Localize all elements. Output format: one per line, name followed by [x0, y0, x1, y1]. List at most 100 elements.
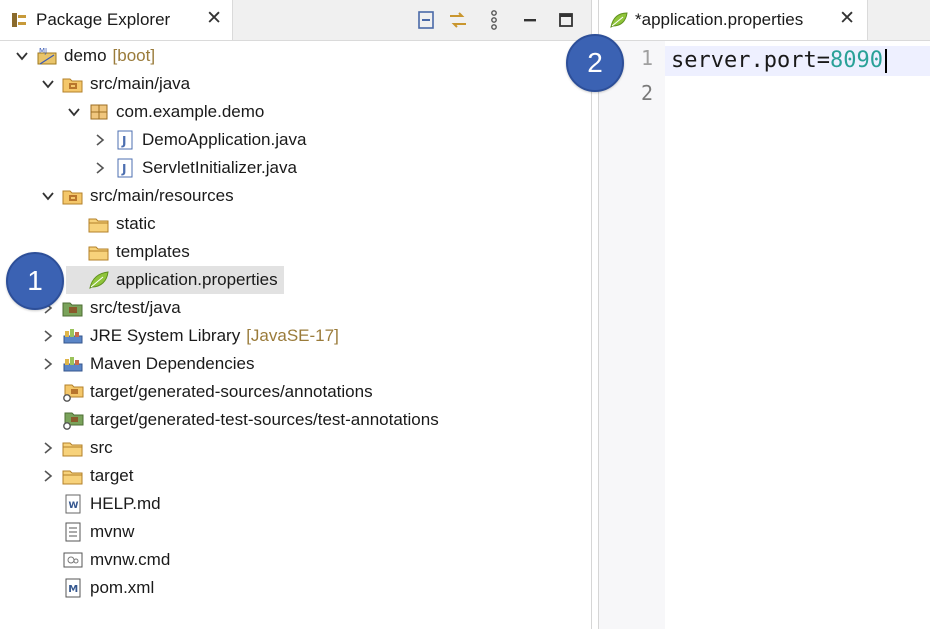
tree-item[interactable]: W HELP.md	[40, 490, 161, 518]
cmd-file-icon	[62, 550, 84, 570]
library-icon	[62, 326, 84, 346]
minimize-icon	[524, 19, 536, 22]
tree-item-label: target	[90, 466, 134, 485]
step-badge-2: 2	[566, 34, 624, 92]
package-explorer-pane: Package Explorer ✕ MJ demo [boot] src/ma…	[0, 0, 592, 629]
tree-item-label: src/main/resources	[90, 186, 234, 205]
tree-item-label: application.properties	[116, 270, 278, 289]
code-line-1: server.port=8090	[671, 46, 887, 76]
tree-item[interactable]: application.properties	[66, 266, 284, 294]
tree-item[interactable]: MJ demo [boot]	[14, 42, 155, 70]
tree-item-label: src/main/java	[90, 74, 191, 93]
kebab-menu-icon	[491, 10, 497, 30]
package-explorer-tab[interactable]: Package Explorer ✕	[0, 0, 233, 40]
tree-item[interactable]: templates	[66, 238, 190, 266]
folder-icon	[62, 466, 84, 486]
tree-item-label: target/generated-test-sources/test-annot…	[90, 410, 439, 429]
link-with-editor-icon	[450, 12, 466, 28]
text-file-icon	[62, 522, 84, 542]
editor-tab-application-properties[interactable]: *application.properties ✕	[599, 0, 868, 40]
tree-item[interactable]: src/main/resources	[40, 182, 234, 210]
tree-item[interactable]: mvnw.cmd	[40, 546, 170, 574]
tree-item[interactable]: mvnw	[40, 518, 134, 546]
editor-tab-title: *application.properties	[635, 10, 804, 29]
tree-item[interactable]: J DemoApplication.java	[92, 126, 306, 154]
tree-item-label: HELP.md	[90, 494, 161, 513]
tree-item[interactable]: com.example.demo	[66, 98, 264, 126]
tree-item[interactable]: JRE System Library [JavaSE-17]	[40, 322, 339, 350]
tree-item-label: ServletInitializer.java	[142, 158, 297, 177]
svg-text:W: W	[69, 501, 79, 511]
code-editor[interactable]: server.port=8090	[671, 46, 887, 106]
library-icon	[62, 354, 84, 374]
markdown-file-icon: W	[62, 494, 84, 514]
tree-item-label: static	[116, 214, 156, 233]
editor-tabbar: *application.properties ✕	[599, 0, 930, 41]
tree-item-label: mvnw	[90, 522, 135, 541]
chevron-down-icon[interactable]	[40, 188, 56, 204]
maven-pom-icon: M	[62, 578, 84, 598]
tree-item[interactable]: target	[40, 462, 133, 490]
maximize-icon	[559, 13, 573, 27]
tree-item-label: JRE System Library	[90, 326, 241, 345]
tree-item-label: demo	[64, 46, 107, 65]
line-number: 1	[640, 46, 653, 70]
tree-item[interactable]: src	[40, 434, 113, 462]
tree-item[interactable]: src/test/java	[40, 294, 181, 322]
chevron-right-icon[interactable]	[40, 468, 56, 484]
folder-icon	[88, 242, 110, 262]
spring-leaf-icon	[609, 11, 629, 29]
chevron-down-icon[interactable]	[40, 76, 56, 92]
tree-item-label: Maven Dependencies	[90, 354, 255, 373]
step-badge-1: 1	[6, 252, 64, 310]
folder-icon	[62, 438, 84, 458]
package-explorer-icon	[10, 11, 28, 29]
tree-item-decoration: [JavaSE-17]	[246, 326, 339, 345]
property-value: 8090	[829, 48, 883, 73]
tree-item[interactable]: Mpom.xml	[40, 574, 154, 602]
tree-item-label: DemoApplication.java	[142, 130, 307, 149]
project-icon: MJ	[36, 46, 58, 66]
chevron-down-icon[interactable]	[14, 48, 30, 64]
chevron-right-icon[interactable]	[40, 356, 56, 372]
source-folder-icon	[62, 74, 84, 94]
close-icon[interactable]: ✕	[839, 9, 855, 29]
line-number-gutter: 1 2	[599, 41, 665, 629]
tree-item-label: target/generated-sources/annotations	[90, 382, 373, 401]
tree-item[interactable]: target/generated-test-sources/test-annot…	[40, 406, 439, 434]
minimize-button[interactable]	[518, 8, 542, 32]
tree-item[interactable]: src/main/java	[40, 70, 190, 98]
tree-item[interactable]: static	[66, 210, 156, 238]
package-explorer-tabbar: Package Explorer ✕	[0, 0, 591, 41]
svg-text:J: J	[121, 134, 126, 148]
package-explorer-title: Package Explorer	[36, 10, 171, 29]
close-icon[interactable]: ✕	[206, 9, 222, 29]
collapse-all-button[interactable]	[414, 8, 438, 32]
tree-item-label: pom.xml	[90, 578, 155, 597]
tree-item-label: mvnw.cmd	[90, 550, 171, 569]
tree-item[interactable]: J ServletInitializer.java	[92, 154, 297, 182]
tree-item-label: templates	[116, 242, 190, 261]
property-key: server.port=	[671, 48, 830, 73]
line-number: 2	[640, 81, 653, 105]
svg-text:M: M	[68, 584, 78, 595]
package-icon	[88, 102, 110, 122]
tree-item[interactable]: Maven Dependencies	[40, 350, 254, 378]
tree-item[interactable]: target/generated-sources/annotations	[40, 378, 373, 406]
chevron-right-icon[interactable]	[40, 328, 56, 344]
svg-text:MJ: MJ	[39, 47, 47, 55]
generated-test-folder-icon	[62, 410, 84, 430]
chevron-right-icon[interactable]	[92, 160, 108, 176]
maximize-button[interactable]	[554, 8, 578, 32]
tree-item-label: src/test/java	[90, 298, 181, 317]
svg-text:J: J	[121, 162, 126, 176]
chevron-down-icon[interactable]	[66, 104, 82, 120]
source-folder-icon	[62, 186, 84, 206]
generated-source-folder-icon	[62, 382, 84, 402]
chevron-right-icon[interactable]	[40, 440, 56, 456]
link-with-editor-button[interactable]	[446, 8, 470, 32]
folder-icon	[88, 214, 110, 234]
view-menu-button[interactable]	[482, 8, 506, 32]
chevron-right-icon[interactable]	[92, 132, 108, 148]
